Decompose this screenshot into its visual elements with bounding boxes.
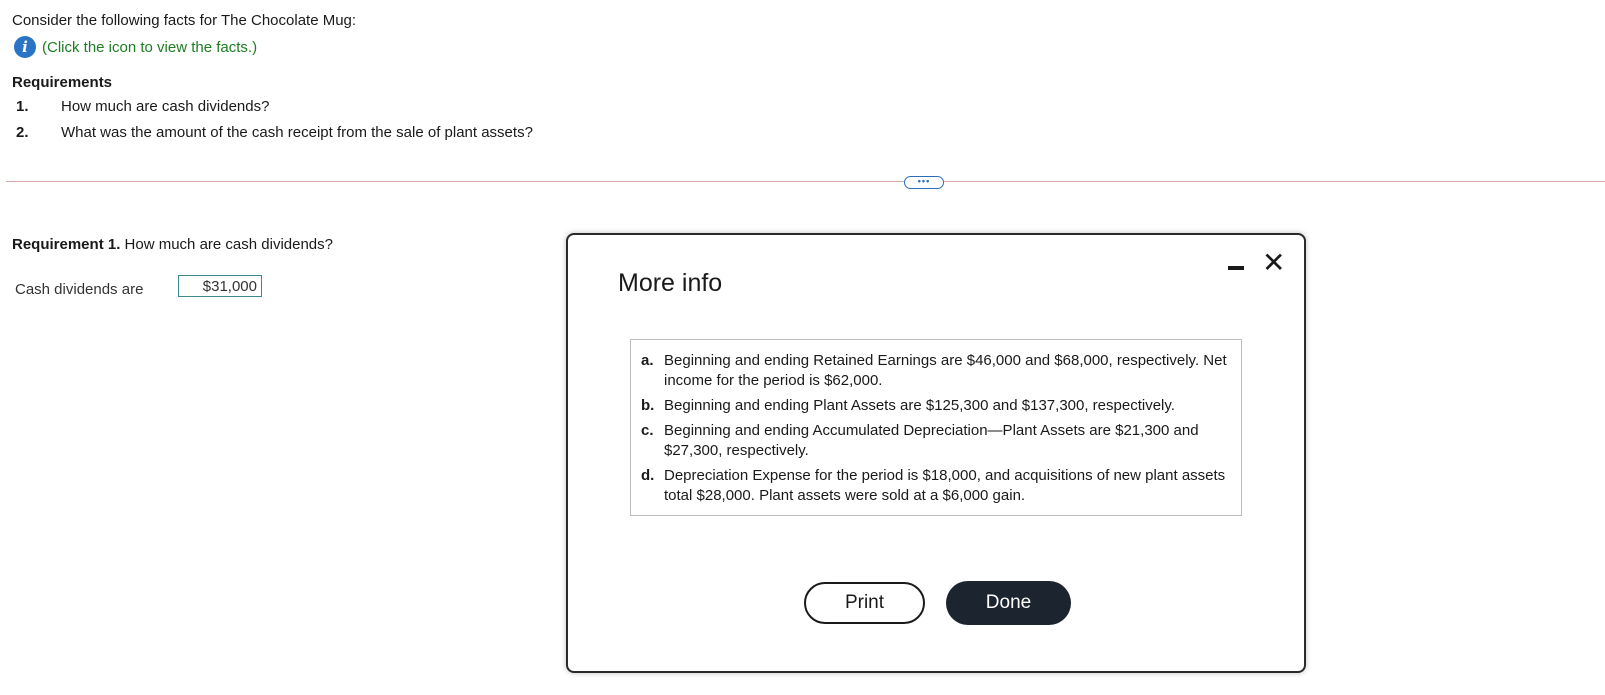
requirement-item: 2. What was the amount of the cash recei… <box>16 124 533 141</box>
fact-text: Beginning and ending Plant Assets are $1… <box>664 397 1175 414</box>
more-info-dialog: More info ✕ a. Beginning and ending Reta… <box>566 233 1306 673</box>
minimize-icon[interactable] <box>1228 266 1244 270</box>
fact-text: Depreciation Expense for the period is $… <box>664 467 1226 504</box>
requirement-number: 1. <box>16 98 29 115</box>
requirements-heading: Requirements <box>12 74 113 91</box>
expand-more-button[interactable]: ••• <box>904 176 944 189</box>
section-divider <box>6 181 1605 182</box>
requirement-1-question: How much are cash dividends? <box>124 236 333 253</box>
fact-text: Beginning and ending Accumulated Depreci… <box>664 422 1199 459</box>
cash-dividends-label: Cash dividends are <box>15 281 144 298</box>
fact-letter: b. <box>641 397 655 414</box>
view-facts-link[interactable]: (Click the icon to view the facts.) <box>42 39 257 56</box>
done-button[interactable]: Done <box>946 581 1071 625</box>
cash-dividends-input[interactable]: $31,000 <box>178 275 262 297</box>
fact-letter: a. <box>641 352 654 369</box>
requirement-text: What was the amount of the cash receipt … <box>61 124 533 141</box>
fact-letter: d. <box>641 467 655 484</box>
requirement-1-label: Requirement 1. <box>12 236 121 253</box>
requirement-1-prompt: Requirement 1. How much are cash dividen… <box>12 236 333 253</box>
fact-item: c. Beginning and ending Accumulated Depr… <box>641 421 1231 461</box>
requirement-text: How much are cash dividends? <box>61 98 270 115</box>
intro-text: Consider the following facts for The Cho… <box>12 12 357 29</box>
print-button[interactable]: Print <box>804 582 925 624</box>
fact-text: Beginning and ending Retained Earnings a… <box>664 352 1227 389</box>
requirement-item: 1. How much are cash dividends? <box>16 98 269 115</box>
fact-item: b. Beginning and ending Plant Assets are… <box>641 396 1231 416</box>
info-row: i (Click the icon to view the facts.) <box>14 36 257 58</box>
facts-box: a. Beginning and ending Retained Earning… <box>630 339 1242 516</box>
info-icon[interactable]: i <box>14 36 36 58</box>
requirement-number: 2. <box>16 124 29 141</box>
fact-item: d. Depreciation Expense for the period i… <box>641 466 1231 506</box>
fact-item: a. Beginning and ending Retained Earning… <box>641 351 1231 391</box>
dialog-title: More info <box>618 269 723 297</box>
fact-letter: c. <box>641 422 654 439</box>
close-icon[interactable]: ✕ <box>1262 249 1285 277</box>
